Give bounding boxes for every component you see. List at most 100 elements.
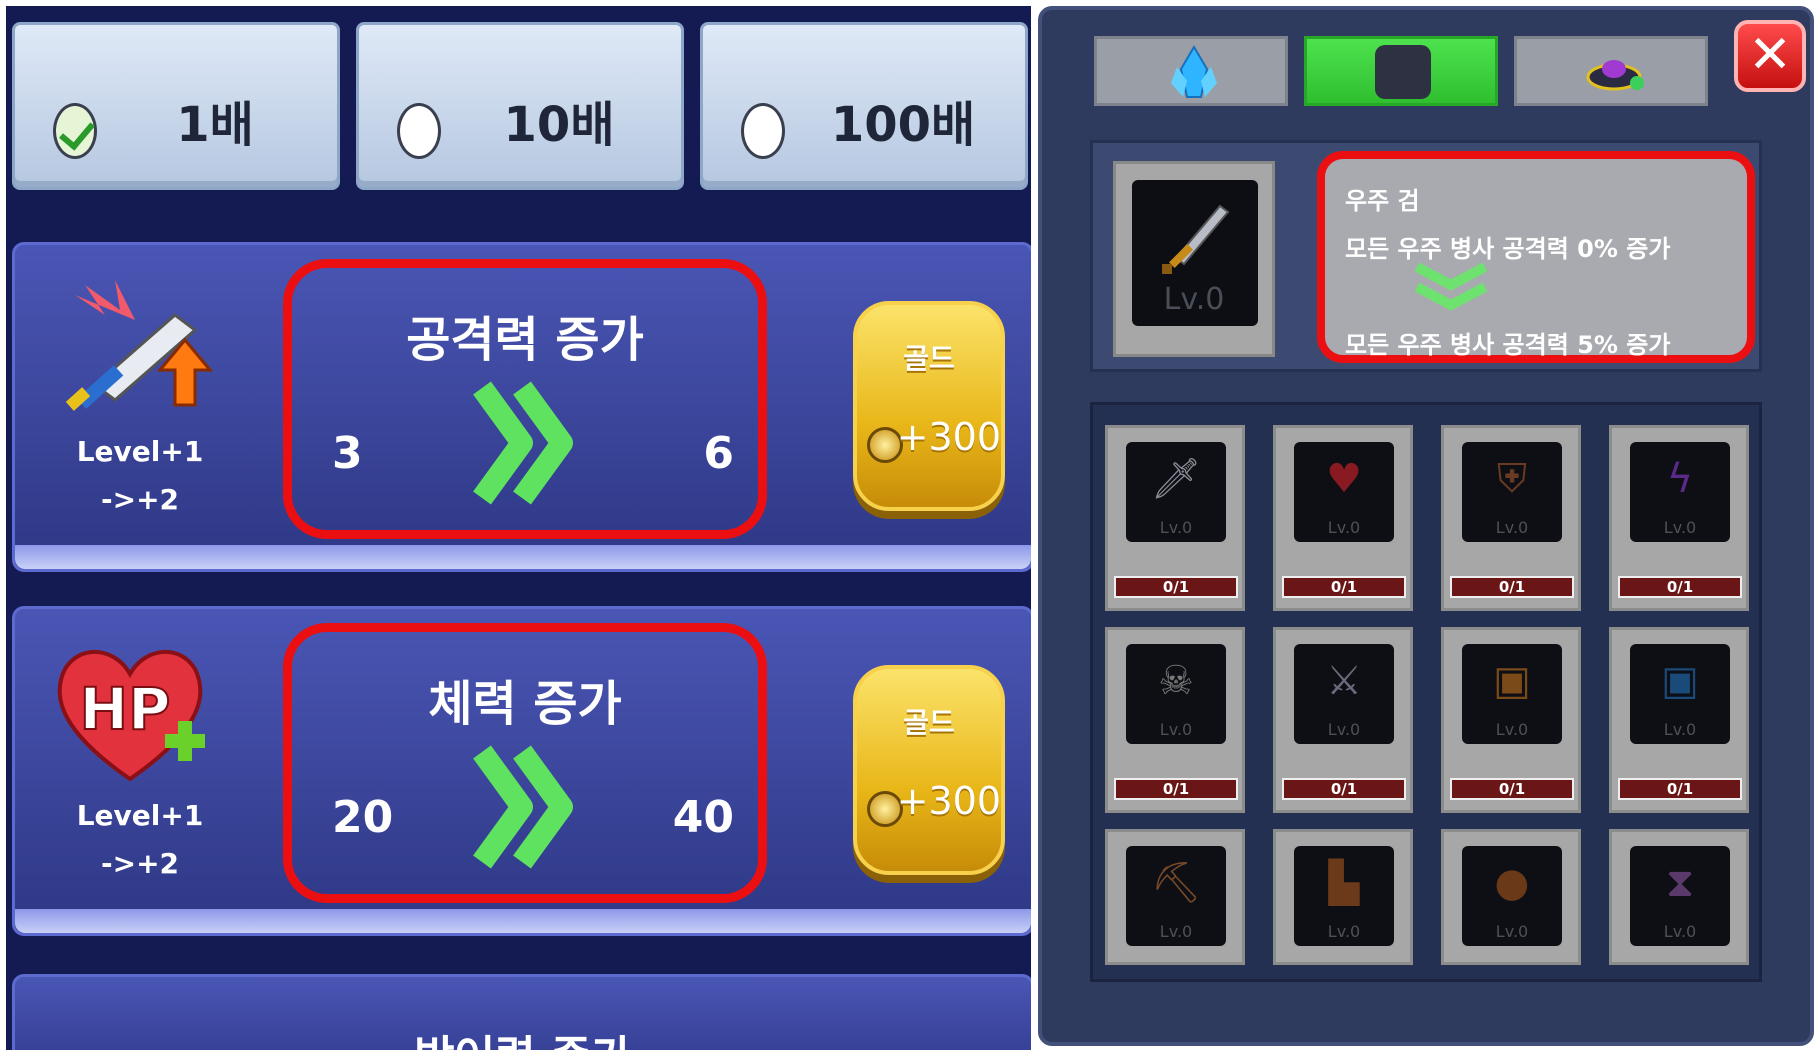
item-frame: ♥ Lv.0 <box>1294 442 1394 542</box>
item-frame: ▣ Lv.0 <box>1630 644 1730 744</box>
tab-equipment[interactable] <box>1304 36 1498 106</box>
gold-buy-button[interactable]: 골드 +300 <box>853 665 1005 875</box>
tab-crystal[interactable] <box>1094 36 1288 106</box>
item-level: Lv.0 <box>1663 922 1697 941</box>
equipment-slot-heart[interactable]: ♥ Lv.0 0/1 <box>1273 425 1413 611</box>
tab-ufo[interactable] <box>1514 36 1708 106</box>
multiplier-100x-button[interactable]: 100배 <box>700 22 1028 190</box>
winged-boot-icon: ▙ <box>1328 860 1360 906</box>
item-frame: ▙ Lv.0 <box>1294 846 1394 946</box>
hourglass-icon: ⧗ <box>1665 860 1695 906</box>
equipment-slot-skull[interactable]: ☠ Lv.0 0/1 <box>1105 627 1245 813</box>
level-line-2: ->+2 <box>100 483 180 516</box>
level-line-1: Level+1 <box>76 799 204 832</box>
item-progress: 0/1 <box>1450 778 1574 800</box>
item-level: Lv.0 <box>1327 720 1361 739</box>
item-level: Lv.0 <box>1495 922 1529 941</box>
equipment-slot-pickaxe[interactable]: ⛏ Lv.0 <box>1105 829 1245 965</box>
equipment-slot-winged-boot[interactable]: ▙ Lv.0 <box>1273 829 1413 965</box>
item-frame: ⧗ Lv.0 <box>1630 846 1730 946</box>
radio-checked-icon[interactable] <box>53 103 97 159</box>
level-line-1: Level+1 <box>76 435 204 468</box>
gold-label: 골드 <box>903 706 955 739</box>
item-progress: 0/1 <box>1114 576 1238 598</box>
card-shine <box>15 909 1031 933</box>
stat-increase-box: 공격력 증가 3 6 <box>283 259 767 539</box>
item-frame: ⛨ Lv.0 <box>1462 442 1562 542</box>
stat-from-value: 3 <box>332 428 363 479</box>
item-progress: 0/1 <box>1282 576 1406 598</box>
hp-heart-icon: HP <box>45 639 215 789</box>
stat-title: 체력 증가 <box>428 676 622 732</box>
level-line-2: ->+2 <box>100 847 180 880</box>
current-effect: 모든 우주 병사 공격력 0% 증가 <box>1345 235 1671 263</box>
crossed-swords-icon: ⚔ <box>1326 658 1362 704</box>
equipment-slot-blue-chest[interactable]: ▣ Lv.0 0/1 <box>1609 627 1749 813</box>
item-level: Lv.0 <box>1159 922 1193 941</box>
item-level: Lv.0 <box>1663 518 1697 537</box>
gold-cost: +300 <box>896 415 1001 459</box>
sword-upgrade-icon <box>45 275 215 425</box>
radio-unchecked-icon[interactable] <box>741 103 785 159</box>
upgrade-card-defense: 방어력 증가 <box>12 974 1031 1050</box>
item-info-box: 우주 검 모든 우주 병사 공격력 0% 증가 모든 우주 병사 공격력 5% … <box>1317 151 1755 363</box>
multiplier-label: 100배 <box>830 97 976 153</box>
blue-chest-icon: ▣ <box>1661 658 1699 704</box>
item-frame: ⛏ Lv.0 <box>1126 846 1226 946</box>
next-effect: 모든 우주 병사 공격력 5% 증가 <box>1345 331 1671 359</box>
item-level: Lv.0 <box>1327 518 1361 537</box>
item-level: Lv.0 <box>1495 720 1529 739</box>
item-progress: 0/1 <box>1450 576 1574 598</box>
item-name: 우주 검 <box>1345 187 1420 215</box>
multiplier-label: 10배 <box>503 97 615 153</box>
double-down-chevron-icon <box>1414 263 1488 311</box>
upgrade-card-hp: HP Level+1 ->+2 체력 증가 20 40 골드 +300 <box>12 606 1031 936</box>
stat-from-value: 20 <box>332 792 394 843</box>
item-progress: 0/1 <box>1114 778 1238 800</box>
equipment-slot-treasure-chest[interactable]: ▣ Lv.0 0/1 <box>1441 627 1581 813</box>
double-chevron-icon <box>473 381 573 505</box>
multiplier-10x-button[interactable]: 10배 <box>356 22 684 190</box>
money-bag-icon: ● <box>1494 860 1530 906</box>
equipment-slot-shield[interactable]: ⛨ Lv.0 0/1 <box>1441 425 1581 611</box>
double-chevron-icon <box>473 745 573 869</box>
radio-unchecked-icon[interactable] <box>397 103 441 159</box>
shield-icon: ⛨ <box>1497 456 1527 502</box>
gold-cost: +300 <box>896 779 1001 823</box>
upgrade-panel: 1배 10배 100배 Level+1 ->+2 공격력 증가 3 6 골드 +… <box>6 6 1031 1050</box>
equipment-slot-hourglass[interactable]: ⧗ Lv.0 <box>1609 829 1749 965</box>
dark-square-icon <box>1375 45 1431 99</box>
gold-buy-button[interactable]: 골드 +300 <box>853 301 1005 511</box>
selected-item-slot[interactable]: Lv.0 <box>1113 161 1275 357</box>
equipment-slot-lightning[interactable]: ϟ Lv.0 0/1 <box>1609 425 1749 611</box>
equipment-slot-sword[interactable]: 🗡 Lv.0 0/1 <box>1105 425 1245 611</box>
crystal-icon <box>1171 45 1217 98</box>
item-level: Lv.0 <box>1163 282 1225 317</box>
item-frame: ☠ Lv.0 <box>1126 644 1226 744</box>
multiplier-label: 1배 <box>176 97 254 153</box>
equipment-panel: ✕ Lv.0 우주 검 모든 우주 병사 공격력 0% 증가 모든 우주 병사 … <box>1038 6 1814 1046</box>
stat-to-value: 40 <box>672 792 734 843</box>
stat-title: 공격력 증가 <box>406 312 644 368</box>
item-progress: 0/1 <box>1282 778 1406 800</box>
equipment-slot-money-bag[interactable]: ● Lv.0 <box>1441 829 1581 965</box>
upgrade-card-attack: Level+1 ->+2 공격력 증가 3 6 골드 +300 <box>12 242 1031 572</box>
multiplier-1x-button[interactable]: 1배 <box>12 22 340 190</box>
ufo-icon <box>1586 60 1644 91</box>
item-frame: ● Lv.0 <box>1462 846 1562 946</box>
card-shine <box>15 545 1031 569</box>
sword-icon <box>1162 204 1230 274</box>
screenshot-stage: 1배 10배 100배 Level+1 ->+2 공격력 증가 3 6 골드 +… <box>0 0 1819 1056</box>
gold-label: 골드 <box>903 342 955 375</box>
treasure-chest-icon: ▣ <box>1493 658 1531 704</box>
stat-increase-box: 체력 증가 20 40 <box>283 623 767 903</box>
close-button[interactable]: ✕ <box>1734 20 1806 92</box>
item-level: Lv.0 <box>1159 518 1193 537</box>
equipment-slot-crossed-swords[interactable]: ⚔ Lv.0 0/1 <box>1273 627 1413 813</box>
item-level: Lv.0 <box>1159 720 1193 739</box>
skull-icon: ☠ <box>1158 658 1194 704</box>
lightning-icon: ϟ <box>1666 456 1694 502</box>
sword-icon: 🗡 <box>1150 456 1202 502</box>
item-level: Lv.0 <box>1663 720 1697 739</box>
item-frame: ϟ Lv.0 <box>1630 442 1730 542</box>
